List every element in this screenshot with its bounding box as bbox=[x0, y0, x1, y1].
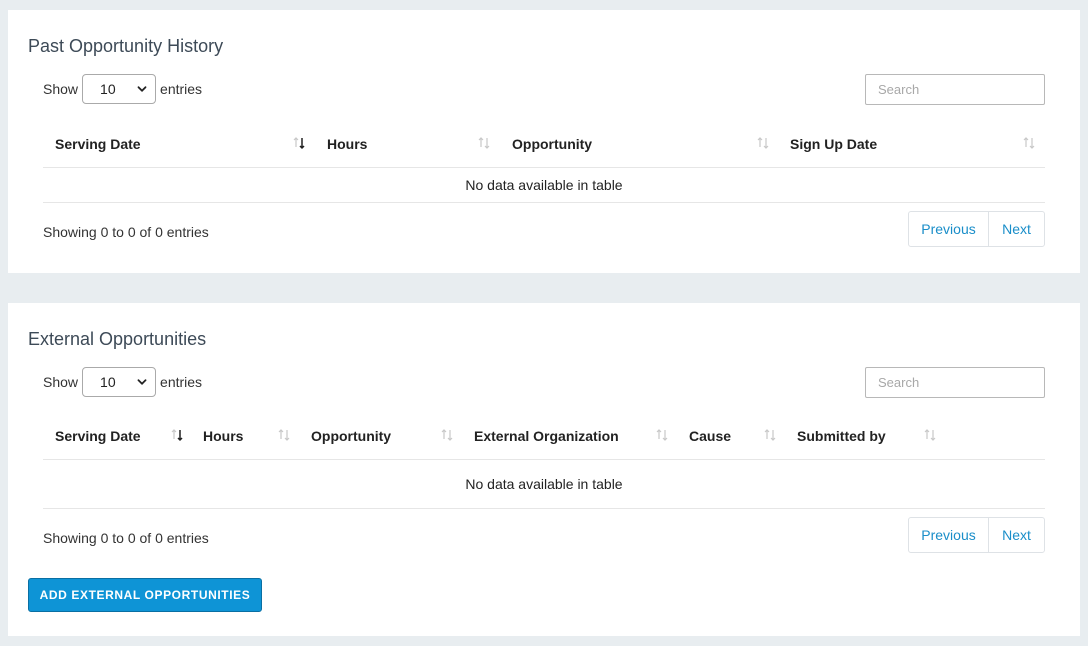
col-submitted-by[interactable]: Submitted by bbox=[797, 411, 886, 460]
past-pagination: Previous Next bbox=[908, 211, 1045, 247]
entries-label: entries bbox=[160, 81, 203, 97]
col-cause[interactable]: Cause bbox=[689, 411, 731, 460]
col-opportunity[interactable]: Opportunity bbox=[512, 119, 592, 168]
col-serving-date[interactable]: Serving Date bbox=[55, 119, 141, 168]
table-header: Serving Date Hours Opportunity Sign Up D… bbox=[43, 119, 1045, 168]
external-pagination: Previous Next bbox=[908, 517, 1045, 553]
previous-button[interactable]: Previous bbox=[909, 518, 989, 552]
external-page-size-select[interactable]: 10 bbox=[82, 367, 157, 397]
sort-icon[interactable] bbox=[763, 428, 777, 442]
sort-icon[interactable] bbox=[655, 428, 669, 442]
add-external-opportunities-button[interactable]: ADD EXTERNAL OPPORTUNITIES bbox=[28, 578, 262, 612]
chevron-down-icon bbox=[137, 86, 147, 92]
external-length-control: Show 10 entries bbox=[43, 367, 202, 397]
sort-icon[interactable] bbox=[756, 136, 770, 150]
empty-row: No data available in table bbox=[43, 168, 1045, 203]
col-hours[interactable]: Hours bbox=[203, 411, 243, 460]
past-opportunity-table: Serving Date Hours Opportunity Sign Up D… bbox=[43, 119, 1045, 203]
external-opportunities-panel: External Opportunities Show 10 entries S… bbox=[8, 303, 1080, 636]
next-button[interactable]: Next bbox=[989, 212, 1044, 246]
external-search-input[interactable]: Search bbox=[865, 367, 1045, 398]
show-label: Show bbox=[43, 374, 79, 390]
past-opportunity-history-panel: Past Opportunity History Show 10 entries… bbox=[8, 10, 1080, 273]
past-table-info: Showing 0 to 0 of 0 entries bbox=[43, 224, 209, 240]
past-opportunity-history-title: Past Opportunity History bbox=[28, 36, 224, 56]
page-size-value: 10 bbox=[100, 374, 116, 390]
external-opportunities-title: External Opportunities bbox=[28, 329, 207, 349]
sort-active-icon[interactable] bbox=[170, 428, 184, 442]
entries-label: entries bbox=[160, 374, 203, 390]
past-search-input[interactable]: Search bbox=[865, 74, 1045, 105]
next-button[interactable]: Next bbox=[989, 518, 1044, 552]
external-opportunity-table: Serving Date Hours Opportunity External … bbox=[43, 411, 1045, 509]
col-sign-up-date[interactable]: Sign Up Date bbox=[790, 119, 877, 168]
show-label: Show bbox=[43, 81, 79, 97]
previous-button[interactable]: Previous bbox=[909, 212, 989, 246]
sort-icon[interactable] bbox=[1022, 136, 1036, 150]
sort-icon[interactable] bbox=[477, 136, 491, 150]
table-header: Serving Date Hours Opportunity External … bbox=[43, 411, 1045, 460]
col-external-organization[interactable]: External Organization bbox=[474, 411, 619, 460]
sort-icon[interactable] bbox=[277, 428, 291, 442]
past-length-control: Show 10 entries bbox=[43, 74, 202, 104]
past-page-size-select[interactable]: 10 bbox=[82, 74, 157, 104]
sort-icon[interactable] bbox=[440, 428, 454, 442]
chevron-down-icon bbox=[137, 379, 147, 385]
external-table-info: Showing 0 to 0 of 0 entries bbox=[43, 530, 209, 546]
col-serving-date[interactable]: Serving Date bbox=[55, 411, 141, 460]
sort-active-icon[interactable] bbox=[292, 136, 306, 150]
sort-icon[interactable] bbox=[923, 428, 937, 442]
page-size-value: 10 bbox=[100, 81, 116, 97]
empty-row: No data available in table bbox=[43, 460, 1045, 509]
col-hours[interactable]: Hours bbox=[327, 119, 367, 168]
col-opportunity[interactable]: Opportunity bbox=[311, 411, 391, 460]
